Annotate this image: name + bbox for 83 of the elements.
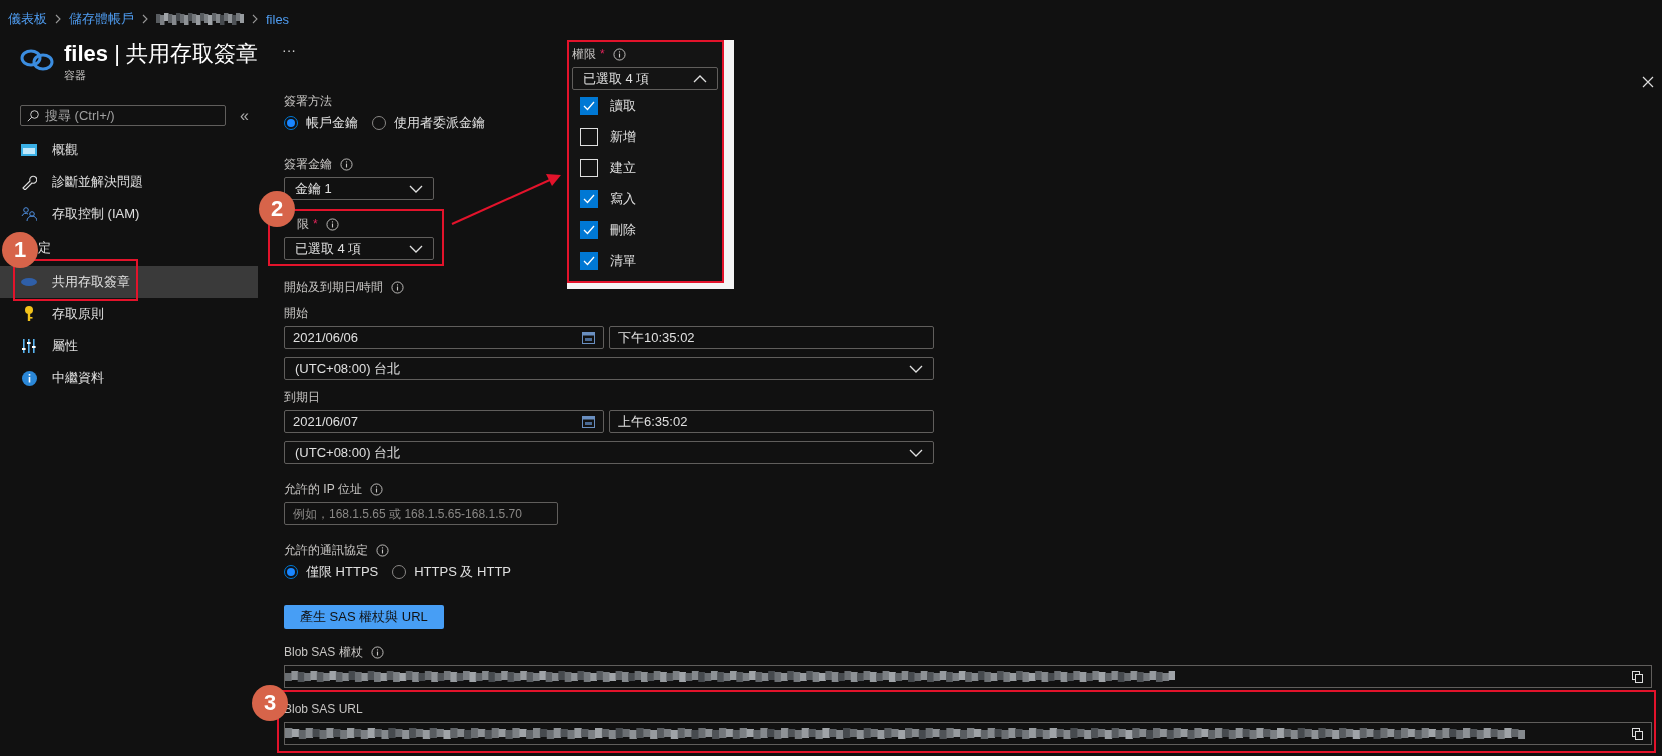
copy-icon[interactable] xyxy=(1632,670,1643,683)
checkbox-option[interactable]: 讀取 xyxy=(572,90,719,121)
info-icon xyxy=(370,645,384,659)
close-icon[interactable] xyxy=(1642,76,1654,88)
checkbox-option[interactable]: 清單 xyxy=(572,245,719,276)
sidebar-item[interactable]: 共用存取簽章 xyxy=(0,266,258,298)
chevron-right-icon xyxy=(142,14,148,24)
chevron-right-icon xyxy=(252,14,258,24)
breadcrumb-link[interactable]: 儲存體帳戶 xyxy=(69,10,134,28)
radio-button[interactable]: HTTPS 及 HTTP xyxy=(392,563,511,581)
step-badge: 2 xyxy=(259,191,295,227)
checkbox-option[interactable]: 刪除 xyxy=(572,214,719,245)
page-subtitle: 容器 xyxy=(64,68,87,83)
field-label: 限 xyxy=(297,215,309,233)
info-icon xyxy=(376,543,389,557)
more-button[interactable]: ··· xyxy=(282,42,296,58)
calendar-icon xyxy=(582,331,595,344)
radio-button[interactable]: 帳戶金鑰 xyxy=(284,114,358,132)
field-label: 開始及到期日/時間 xyxy=(284,278,384,296)
page-title: files | 共用存取簽章 xyxy=(64,40,258,68)
sidebar-item[interactable]: 中繼資料 xyxy=(0,362,258,394)
field-label: 簽署金鑰 xyxy=(284,155,332,173)
permissions-dropdown[interactable]: 已選取 4 項 xyxy=(284,237,434,260)
check-icon xyxy=(583,224,595,235)
time-field[interactable]: 上午6:35:02 xyxy=(609,410,934,433)
radio-button[interactable]: 僅限 HTTPS xyxy=(284,563,379,581)
chevron-up-icon xyxy=(693,74,707,83)
timezone-dropdown[interactable]: (UTC+08:00) 台北 xyxy=(284,441,934,464)
info-icon xyxy=(340,157,353,171)
people-icon xyxy=(21,206,37,222)
required-mark: * xyxy=(600,47,605,61)
chevron-down-icon xyxy=(409,244,423,253)
permissions-dropdown[interactable]: 已選取 4 項 xyxy=(572,67,718,90)
step-badge: 1 xyxy=(2,232,38,268)
field-label: 權限 xyxy=(572,45,596,63)
info-icon xyxy=(325,217,339,231)
date-field[interactable]: 2021/06/06 xyxy=(284,326,604,349)
token-field[interactable] xyxy=(284,665,1652,688)
field-label: 允許的 IP 位址 xyxy=(284,480,362,498)
checkbox-option[interactable]: 新增 xyxy=(572,121,719,152)
breadcrumb-link[interactable]: 儀表板 xyxy=(8,10,47,28)
wrench-icon xyxy=(21,174,37,190)
breadcrumb-link[interactable]: files xyxy=(266,11,290,27)
generate-button[interactable]: 產生 SAS 權杖與 URL xyxy=(284,605,444,629)
section-heading: 定 xyxy=(38,239,51,257)
field-label: 開始 xyxy=(284,304,308,322)
check-icon xyxy=(583,255,595,266)
key-icon xyxy=(24,306,34,322)
field-label: 到期日 xyxy=(284,388,320,406)
chevron-down-icon xyxy=(909,364,923,373)
sidebar-item[interactable]: 屬性 xyxy=(0,330,258,362)
collapse-button[interactable]: « xyxy=(240,106,249,125)
calendar-icon xyxy=(582,415,595,428)
time-field[interactable]: 下午10:35:02 xyxy=(609,326,934,349)
copy-icon[interactable] xyxy=(1632,727,1643,740)
search-icon xyxy=(27,110,39,122)
checkbox-option[interactable]: 建立 xyxy=(572,152,719,183)
sidebar-item[interactable]: 概觀 xyxy=(0,134,258,166)
search-field[interactable]: 搜尋 (Ctrl+/) xyxy=(20,105,226,126)
sidebar-item[interactable]: 存取控制 (IAM) xyxy=(0,198,258,230)
date-field[interactable]: 2021/06/07 xyxy=(284,410,604,433)
info-icon xyxy=(612,47,626,61)
field-label: 允許的通訊協定 xyxy=(284,541,368,559)
window-icon xyxy=(21,143,37,157)
field-label: Blob SAS 權杖 xyxy=(284,643,363,661)
info-icon xyxy=(391,280,405,294)
timezone-dropdown[interactable]: (UTC+08:00) 台北 xyxy=(284,357,934,380)
required-mark: * xyxy=(313,217,318,231)
info-icon xyxy=(369,482,383,496)
chevron-down-icon xyxy=(409,184,423,193)
chevron-down-icon xyxy=(909,448,923,457)
check-icon xyxy=(583,193,595,204)
checkbox-option[interactable]: 寫入 xyxy=(572,183,719,214)
ip-input-field[interactable]: 例如，168.1.5.65 或 168.1.5.65-168.1.5.70 xyxy=(284,502,558,525)
radio-button[interactable]: 使用者委派金鑰 xyxy=(372,114,485,132)
sidebar-item[interactable]: 存取原則 xyxy=(0,298,258,330)
check-icon xyxy=(583,100,595,111)
chevron-right-icon xyxy=(55,14,61,24)
info-icon xyxy=(21,370,37,386)
sidebar-item[interactable]: 診斷並解決問題 xyxy=(0,166,258,198)
field-label: 簽署方法 xyxy=(284,92,332,110)
url-field[interactable] xyxy=(284,722,1652,745)
sliders-icon xyxy=(22,339,36,353)
